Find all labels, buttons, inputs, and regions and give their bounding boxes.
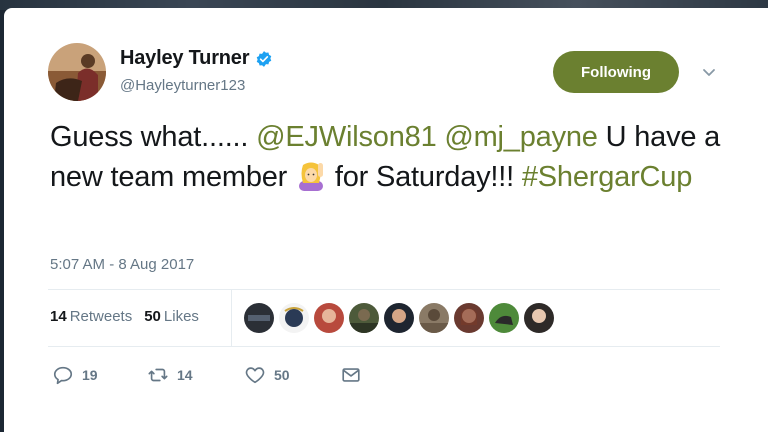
tweet-timestamp[interactable]: 5:07 AM - 8 Aug 2017: [50, 256, 194, 273]
tweet-text-part: Guess what......: [50, 121, 257, 153]
likes-stat[interactable]: 50 Likes: [144, 308, 199, 325]
liker-avatars: [244, 303, 554, 333]
liker-avatar[interactable]: [524, 303, 554, 333]
mention-link[interactable]: @mj_payne: [444, 121, 598, 153]
stats-separator: [231, 290, 232, 346]
likes-count: 50: [144, 308, 161, 325]
liker-avatar[interactable]: [349, 303, 379, 333]
author-avatar[interactable]: [48, 43, 106, 101]
tweet-actions: 19 14 50: [52, 364, 362, 386]
liker-avatar[interactable]: [279, 303, 309, 333]
liker-avatar[interactable]: [419, 303, 449, 333]
liker-avatar[interactable]: [244, 303, 274, 333]
reply-icon: [53, 366, 73, 385]
envelope-icon: [342, 368, 360, 382]
reply-action[interactable]: 19: [52, 364, 147, 386]
reply-count: 19: [82, 367, 98, 383]
author-name[interactable]: Hayley Turner: [120, 47, 250, 70]
liker-avatar[interactable]: [489, 303, 519, 333]
following-button[interactable]: Following: [553, 51, 679, 93]
person-raising-hand-emoji-icon: [299, 162, 323, 191]
like-action[interactable]: 50: [244, 364, 340, 386]
mention-link[interactable]: @EJWilson81: [256, 121, 437, 153]
retweets-count: 14: [50, 308, 67, 325]
divider: [48, 346, 720, 347]
tweet-text: Guess what...... @EJWilson81 @mj_payne U…: [50, 117, 740, 197]
verified-badge-icon: [257, 50, 272, 67]
liker-avatar[interactable]: [454, 303, 484, 333]
retweets-label: Retweets: [69, 308, 133, 325]
tweet-text-part: for Saturday!!!: [327, 161, 522, 193]
retweet-count: 14: [177, 367, 193, 383]
retweet-action[interactable]: 14: [147, 364, 244, 386]
direct-message-action[interactable]: [340, 364, 362, 386]
retweet-icon: [148, 368, 168, 382]
likes-label: Likes: [163, 308, 199, 325]
tweet-stats: 14 Retweets 50 Likes: [50, 308, 199, 325]
liker-avatar[interactable]: [314, 303, 344, 333]
divider: [48, 289, 720, 290]
author-name-row[interactable]: Hayley Turner: [120, 47, 273, 70]
author-handle[interactable]: @Hayleyturner123: [120, 77, 245, 94]
heart-icon: [245, 367, 265, 384]
liker-avatar[interactable]: [384, 303, 414, 333]
like-count: 50: [274, 367, 290, 383]
retweets-stat[interactable]: 14 Retweets: [50, 308, 132, 325]
hashtag-link[interactable]: #ShergarCup: [522, 161, 693, 193]
chevron-down-icon[interactable]: [701, 64, 717, 80]
